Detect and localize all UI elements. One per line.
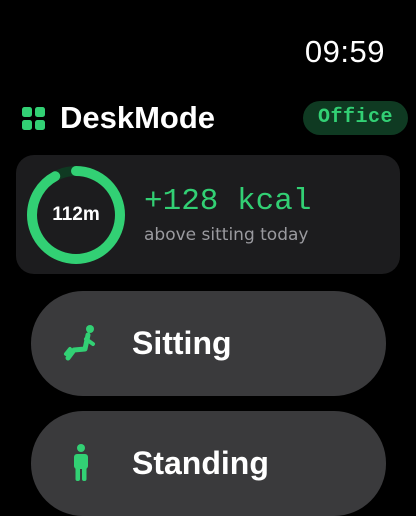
sitting-mode-label: Sitting (132, 325, 232, 361)
standing-mode-button[interactable]: Standing (31, 411, 386, 516)
location-badge[interactable]: Office (302, 101, 408, 135)
sitting-person-icon (64, 325, 95, 361)
progress-ring: 112m (26, 165, 126, 265)
standing-person-icon (74, 444, 88, 481)
kcal-value: +128 kcal (144, 184, 312, 219)
app-title: DeskMode (60, 100, 216, 135)
standing-mode-label: Standing (132, 445, 269, 481)
ring-minutes-label: 112m (52, 204, 100, 225)
grid-icon (22, 107, 45, 130)
status-clock: 09:59 (304, 34, 385, 69)
app-header: DeskMode Office (22, 100, 408, 136)
kcal-caption: above sitting today (144, 225, 309, 245)
activity-summary-card[interactable]: 112m +128 kcal above sitting today (16, 155, 400, 274)
sitting-mode-button[interactable]: Sitting (31, 291, 386, 396)
